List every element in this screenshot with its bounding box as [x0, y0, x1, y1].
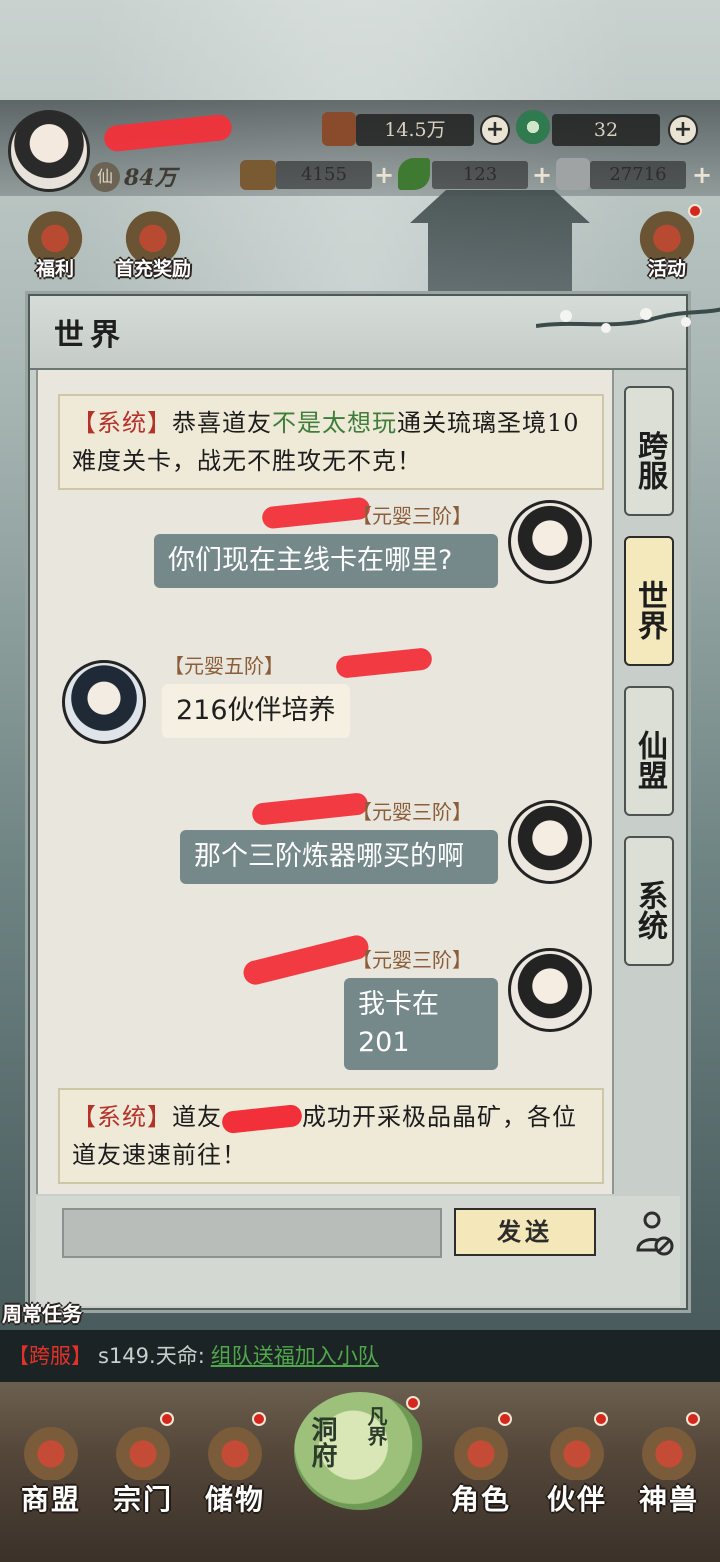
divine-beast-fox-icon	[638, 1422, 700, 1480]
chat-message-list[interactable]: 【系统】恭喜道友不是太想玩通关琉璃圣境10难度关卡，战无不胜攻无不克！ 【元婴三…	[36, 370, 614, 1194]
herb-icon	[398, 158, 430, 190]
nav-character[interactable]: 角色	[436, 1402, 526, 1516]
add-jade-button[interactable]: +	[668, 115, 698, 145]
nav-label: 宗门	[112, 1483, 173, 1516]
nav-label: 储物	[204, 1483, 265, 1516]
character-icon	[450, 1422, 512, 1480]
nav-label: 神兽	[638, 1483, 699, 1516]
player-name-highlight[interactable]: 不是太想玩	[272, 409, 397, 437]
cross-server-ticker[interactable]: 【跨服】 s149.天命: 组队送福加入小队	[0, 1330, 720, 1382]
chat-bubble: 216伙伴培养	[162, 684, 350, 738]
herb-value: 123	[432, 161, 528, 189]
redacted-name	[335, 647, 433, 679]
nav-label: 伙伴	[546, 1483, 607, 1516]
chat-bubble: 那个三阶炼器哪买的啊	[180, 830, 498, 884]
chat-bubble: 我卡在201	[344, 978, 498, 1070]
mortal-realm-label: 凡界	[364, 1406, 388, 1446]
player-avatar[interactable]	[8, 110, 90, 192]
tab-cross-server[interactable]: 跨服	[624, 386, 674, 516]
redacted-name	[221, 1103, 303, 1134]
sender-avatar[interactable]	[62, 660, 146, 744]
ticker-tag: 【跨服】	[8, 1344, 92, 1368]
first-recharge-label: 首充奖励	[114, 258, 191, 280]
wood-value: 4155	[276, 161, 372, 189]
welfare-label: 福利	[35, 258, 74, 280]
first-recharge-icon	[122, 206, 184, 260]
join-team-link[interactable]: 组队送福加入小队	[211, 1344, 379, 1368]
chat-input[interactable]	[62, 1208, 442, 1258]
divine-beast-notification-dot	[686, 1412, 700, 1426]
power-icon: 仙	[90, 162, 120, 192]
world-chat-panel: 世界 【系统】恭喜道友不是太想玩通关琉璃圣境10难度关卡，战无不胜攻无不克！ 【…	[28, 294, 720, 1310]
nav-merchant-alliance[interactable]: 商盟	[6, 1402, 96, 1516]
jade-icon	[516, 110, 550, 144]
tab-alliance[interactable]: 仙盟	[624, 686, 674, 816]
sect-icon	[112, 1422, 174, 1480]
block-user-icon[interactable]	[634, 1210, 674, 1256]
merchant-alliance-icon	[20, 1422, 82, 1480]
send-button[interactable]: 发送	[454, 1208, 596, 1256]
temple-building	[410, 190, 590, 300]
nav-companion[interactable]: 伙伴	[532, 1402, 622, 1516]
cave-mansion-button[interactable]: 洞府 凡界	[294, 1392, 426, 1510]
cave-mansion-label: 洞府	[307, 1416, 337, 1468]
nav-label: 商盟	[20, 1483, 81, 1516]
add-herb-button[interactable]: +	[530, 163, 554, 187]
weekly-task-label[interactable]: 周常任务	[2, 1298, 82, 1327]
sender-avatar[interactable]	[508, 948, 592, 1032]
system-tag: 【系统】	[72, 1103, 172, 1131]
system-message: 【系统】恭喜道友不是太想玩通关琉璃圣境10难度关卡，战无不胜攻无不克！	[58, 394, 604, 490]
panel-title: 世界	[54, 318, 126, 353]
first-recharge-feature[interactable]: 首充奖励	[115, 206, 191, 280]
companion-scroll-icon	[546, 1422, 608, 1480]
cave-notification-dot	[406, 1396, 420, 1410]
sender-rank: 【元婴三阶】	[352, 948, 472, 972]
add-copper-button[interactable]: +	[480, 115, 510, 145]
welfare-chest-icon	[24, 206, 86, 260]
activity-feature[interactable]: 活动	[632, 204, 702, 280]
plum-branch-decoration	[536, 307, 720, 333]
sender-avatar[interactable]	[508, 500, 592, 584]
iron-value: 27716	[590, 161, 686, 189]
chat-input-row: 发送	[36, 1196, 680, 1306]
system-text: 道友	[172, 1103, 222, 1131]
system-message: 【系统】道友 成功开采极品晶矿，各位道友速速前往！	[58, 1088, 604, 1184]
tab-system[interactable]: 系统	[624, 836, 674, 966]
activity-notification-dot	[688, 204, 702, 218]
jade-value: 32	[552, 114, 660, 146]
iron-icon	[556, 158, 590, 190]
system-text: 恭喜道友	[172, 409, 272, 437]
nav-sect[interactable]: 宗门	[98, 1402, 188, 1516]
nav-label: 角色	[450, 1483, 511, 1516]
copper-ore-icon	[322, 112, 356, 146]
panel-header: 世界	[30, 296, 720, 370]
nav-divine-beast[interactable]: 神兽	[624, 1402, 714, 1516]
add-wood-button[interactable]: +	[372, 163, 396, 187]
character-notification-dot	[498, 1412, 512, 1426]
sender-rank: 【元婴三阶】	[352, 504, 472, 528]
wood-icon	[240, 160, 276, 190]
copper-value: 14.5万	[356, 114, 474, 146]
ticker-text: s149.天命:	[98, 1344, 205, 1368]
combat-power-value: 84万	[124, 165, 177, 191]
storage-notification-dot	[252, 1412, 266, 1426]
sender-rank: 【元婴五阶】	[164, 654, 284, 678]
storage-bag-icon	[204, 1422, 266, 1480]
system-tag: 【系统】	[72, 409, 172, 437]
chat-bubble: 你们现在主线卡在哪里?	[154, 534, 498, 588]
activity-label: 活动	[647, 258, 686, 280]
add-iron-button[interactable]: +	[690, 163, 714, 187]
sender-rank: 【元婴三阶】	[352, 800, 472, 824]
sect-notification-dot	[160, 1412, 174, 1426]
companion-notification-dot	[594, 1412, 608, 1426]
sender-avatar[interactable]	[508, 800, 592, 884]
welfare-feature[interactable]: 福利	[20, 206, 90, 280]
tab-world[interactable]: 世界	[624, 536, 674, 666]
nav-storage[interactable]: 储物	[190, 1402, 280, 1516]
